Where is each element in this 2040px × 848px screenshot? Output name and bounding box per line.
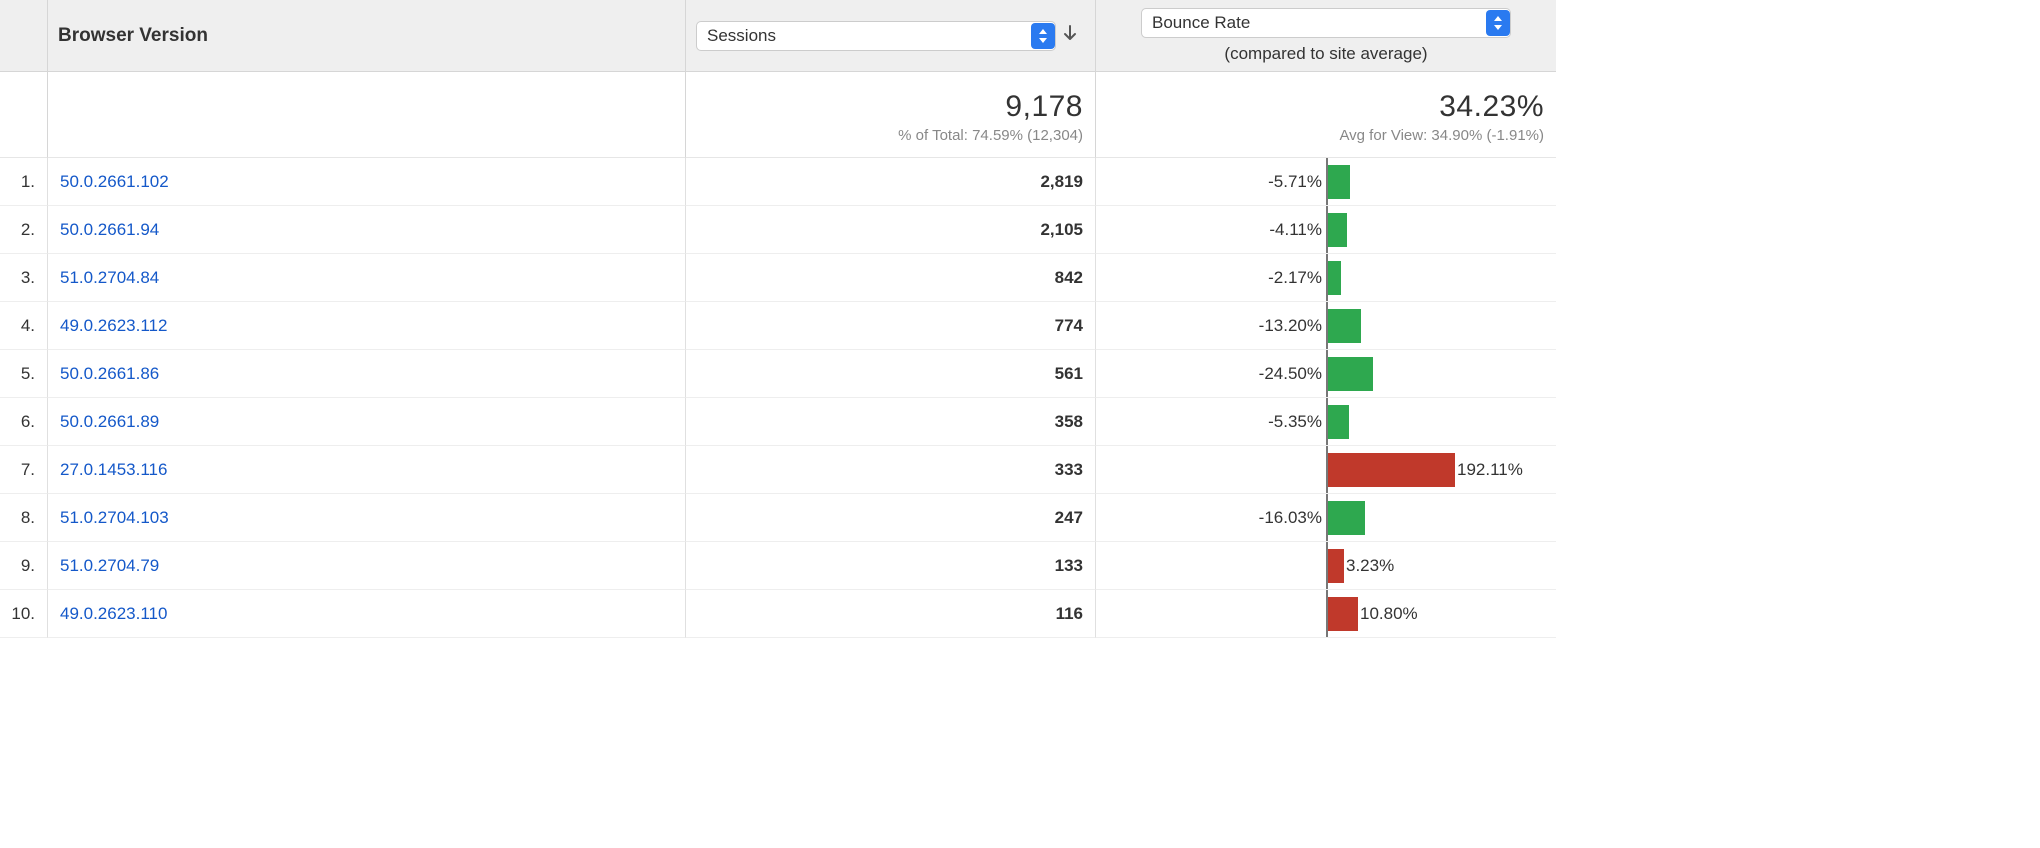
- browser-version-link[interactable]: 49.0.2623.110: [60, 604, 167, 624]
- comparison-delta-label: -13.20%: [1259, 316, 1322, 336]
- comparison-bar-negative: [1328, 261, 1341, 295]
- row-sessions: 133: [686, 542, 1096, 590]
- row-rank: 5.: [0, 350, 48, 398]
- summary-sessions-cell: 9,178 % of Total: 74.59% (12,304): [686, 72, 1096, 158]
- row-comparison: -16.03%: [1096, 494, 1556, 542]
- comparison-delta-label: -2.17%: [1268, 268, 1322, 288]
- metric-select[interactable]: Sessions: [696, 21, 1056, 51]
- comparison-bar-negative: [1328, 213, 1347, 247]
- comparison-bar-negative: [1328, 309, 1361, 343]
- browser-version-link[interactable]: 50.0.2661.102: [60, 172, 169, 192]
- row-version-cell: 27.0.1453.116: [48, 446, 686, 494]
- comparison-bar-negative: [1328, 165, 1350, 199]
- summary-sessions-total: 9,178: [698, 90, 1083, 123]
- row-sessions: 561: [686, 350, 1096, 398]
- row-rank: 9.: [0, 542, 48, 590]
- comparison-bar-negative: [1328, 357, 1373, 391]
- chevron-updown-icon: [1031, 23, 1055, 49]
- browser-version-link[interactable]: 51.0.2704.79: [60, 556, 159, 576]
- browser-version-link[interactable]: 51.0.2704.103: [60, 508, 169, 528]
- row-comparison: -4.11%: [1096, 206, 1556, 254]
- chevron-updown-icon: [1486, 10, 1510, 36]
- row-rank: 1.: [0, 158, 48, 206]
- comparison-delta-label: -4.11%: [1269, 220, 1322, 240]
- browser-version-link[interactable]: 51.0.2704.84: [60, 268, 159, 288]
- comparison-delta-label: -5.35%: [1268, 412, 1322, 432]
- row-comparison: -13.20%: [1096, 302, 1556, 350]
- row-sessions: 116: [686, 590, 1096, 638]
- metric-select-value: Sessions: [707, 26, 776, 46]
- browser-version-link[interactable]: 50.0.2661.89: [60, 412, 159, 432]
- header-rank-cell: [0, 0, 48, 72]
- row-version-cell: 51.0.2704.84: [48, 254, 686, 302]
- row-rank: 7.: [0, 446, 48, 494]
- summary-comparison-note: Avg for View: 34.90% (-1.91%): [1108, 127, 1544, 144]
- row-rank: 2.: [0, 206, 48, 254]
- browser-version-link[interactable]: 50.0.2661.94: [60, 220, 159, 240]
- browser-version-link[interactable]: 27.0.1453.116: [60, 460, 167, 480]
- comparison-delta-label: -16.03%: [1259, 508, 1322, 528]
- row-comparison: -2.17%: [1096, 254, 1556, 302]
- row-sessions: 358: [686, 398, 1096, 446]
- row-rank: 3.: [0, 254, 48, 302]
- comparison-select[interactable]: Bounce Rate: [1141, 8, 1511, 38]
- row-comparison: -24.50%: [1096, 350, 1556, 398]
- header-browser-version[interactable]: Browser Version: [48, 0, 686, 72]
- row-version-cell: 51.0.2704.103: [48, 494, 686, 542]
- comparison-delta-label: 3.23%: [1346, 556, 1394, 576]
- row-version-cell: 50.0.2661.86: [48, 350, 686, 398]
- comparison-bar-positive: [1328, 597, 1358, 631]
- header-metric-cell: Sessions: [686, 0, 1096, 72]
- row-comparison: 192.11%: [1096, 446, 1556, 494]
- comparison-delta-label: 10.80%: [1360, 604, 1418, 624]
- row-rank: 4.: [0, 302, 48, 350]
- row-rank: 6.: [0, 398, 48, 446]
- browser-version-link[interactable]: 50.0.2661.86: [60, 364, 159, 384]
- row-version-cell: 50.0.2661.89: [48, 398, 686, 446]
- browser-version-label: Browser Version: [58, 25, 208, 47]
- row-sessions: 2,105: [686, 206, 1096, 254]
- summary-sessions-note: % of Total: 74.59% (12,304): [698, 127, 1083, 144]
- comparison-bar-positive: [1328, 453, 1455, 487]
- comparison-select-value: Bounce Rate: [1152, 13, 1250, 33]
- comparison-bar-negative: [1328, 501, 1365, 535]
- row-sessions: 247: [686, 494, 1096, 542]
- sort-descending-icon[interactable]: [1062, 24, 1078, 47]
- summary-comparison-cell: 34.23% Avg for View: 34.90% (-1.91%): [1096, 72, 1556, 158]
- comparison-subtext: (compared to site average): [1224, 44, 1427, 64]
- row-sessions: 842: [686, 254, 1096, 302]
- row-version-cell: 50.0.2661.94: [48, 206, 686, 254]
- summary-rank-cell: [0, 72, 48, 158]
- row-comparison: -5.35%: [1096, 398, 1556, 446]
- comparison-delta-label: -5.71%: [1268, 172, 1322, 192]
- header-comparison-cell: Bounce Rate (compared to site average): [1096, 0, 1556, 72]
- row-rank: 8.: [0, 494, 48, 542]
- summary-browser-cell: [48, 72, 686, 158]
- browser-version-link[interactable]: 49.0.2623.112: [60, 316, 167, 336]
- row-version-cell: 51.0.2704.79: [48, 542, 686, 590]
- row-sessions: 333: [686, 446, 1096, 494]
- row-version-cell: 50.0.2661.102: [48, 158, 686, 206]
- row-sessions: 2,819: [686, 158, 1096, 206]
- row-version-cell: 49.0.2623.110: [48, 590, 686, 638]
- summary-comparison-total: 34.23%: [1108, 90, 1544, 123]
- row-rank: 10.: [0, 590, 48, 638]
- comparison-bar-negative: [1328, 405, 1349, 439]
- row-comparison: 3.23%: [1096, 542, 1556, 590]
- row-version-cell: 49.0.2623.112: [48, 302, 686, 350]
- comparison-delta-label: 192.11%: [1457, 460, 1523, 480]
- report-table: Browser Version Sessions Bounce Rate: [0, 0, 2040, 638]
- row-comparison: -5.71%: [1096, 158, 1556, 206]
- row-comparison: 10.80%: [1096, 590, 1556, 638]
- comparison-bar-positive: [1328, 549, 1344, 583]
- comparison-delta-label: -24.50%: [1259, 364, 1322, 384]
- row-sessions: 774: [686, 302, 1096, 350]
